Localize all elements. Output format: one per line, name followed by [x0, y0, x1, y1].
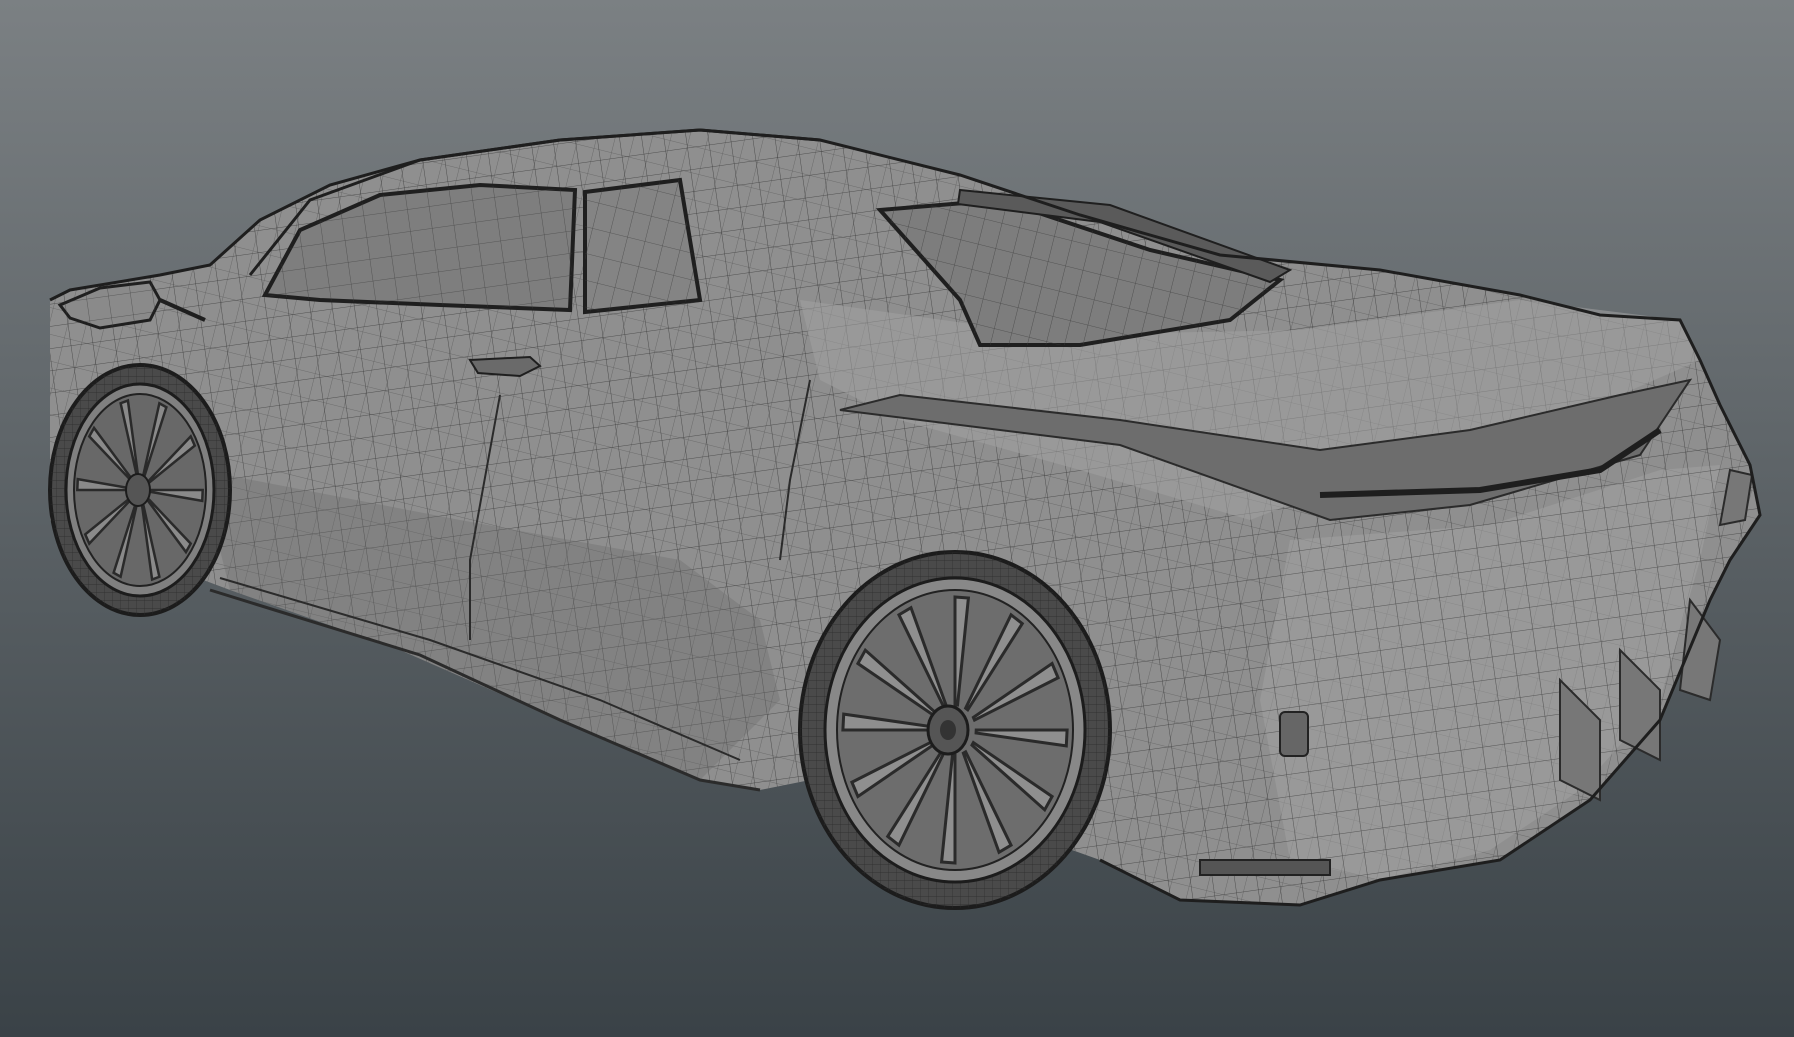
- 3d-viewport[interactable]: [0, 0, 1794, 1037]
- car-wireframe-render: [0, 0, 1794, 1037]
- front-wheel: [48, 363, 232, 617]
- rear-wheel: [798, 550, 1112, 910]
